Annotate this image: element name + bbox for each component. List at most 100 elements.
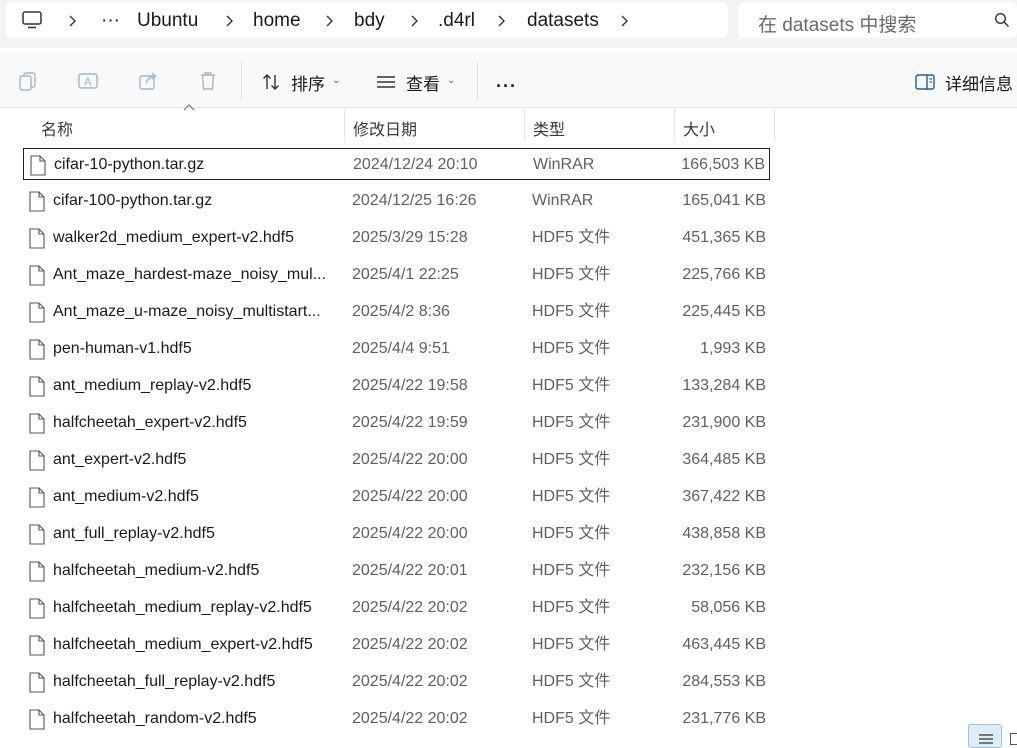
file-size: 165,041 KB <box>682 192 766 209</box>
breadcrumb-overflow[interactable]: ··· <box>101 10 120 32</box>
file-row[interactable]: halfcheetah_medium_expert-v2.hdf5 2025/4/… <box>23 629 770 661</box>
file-size: 364,485 KB <box>682 451 766 468</box>
column-header-name[interactable]: 名称 <box>33 108 345 142</box>
file-size: 58,056 KB <box>691 599 766 616</box>
file-icon <box>29 450 45 471</box>
chevron-right-icon[interactable] <box>224 15 234 27</box>
svg-text:A: A <box>84 76 92 89</box>
details-view-icon <box>979 734 993 744</box>
chevron-right-icon[interactable] <box>67 15 77 27</box>
file-row[interactable]: halfcheetah_random-v2.hdf5 2025/4/22 20:0… <box>23 703 770 735</box>
file-name: halfcheetah_medium_expert-v2.hdf5 <box>53 636 313 653</box>
file-icon <box>29 672 45 693</box>
file-size: 225,445 KB <box>682 303 766 320</box>
file-row[interactable]: cifar-10-python.tar.gz 2024/12/24 20:10 Wi… <box>23 148 770 180</box>
view-button[interactable]: 查看 ⌄ <box>376 70 455 94</box>
file-size: 463,445 KB <box>682 636 766 653</box>
breadcrumb-datasets[interactable]: datasets <box>527 10 599 32</box>
file-type: HDF5 文件 <box>532 599 611 616</box>
file-type: HDF5 文件 <box>532 229 611 246</box>
this-pc-icon[interactable] <box>22 11 42 29</box>
file-modified: 2025/4/4 9:51 <box>352 340 450 357</box>
file-row[interactable]: halfcheetah_expert-v2.hdf5 2025/4/22 19:5… <box>23 407 770 439</box>
address-bar[interactable]: ··· Ubuntu home bdy .d4rl datasets <box>6 2 728 38</box>
chevron-right-icon[interactable] <box>619 15 629 27</box>
file-row[interactable]: halfcheetah_medium-v2.hdf5 2025/4/22 20:0… <box>23 555 770 587</box>
copy-icon[interactable] <box>17 70 39 92</box>
file-icon <box>29 191 45 212</box>
chevron-right-icon[interactable] <box>409 15 419 27</box>
file-row[interactable]: halfcheetah_full_replay-v2.hdf5 2025/4/22… <box>23 666 770 698</box>
file-row[interactable]: walker2d_medium_expert-v2.hdf5 2025/3/29 … <box>23 222 770 254</box>
file-type: WinRAR <box>532 192 594 209</box>
file-row[interactable]: pen-human-v1.hdf5 2025/4/4 9:51 HDF5 文件 1,9… <box>23 333 770 365</box>
file-name: Ant_maze_u-maze_noisy_multistart... <box>53 303 321 320</box>
file-size: 451,365 KB <box>682 229 766 246</box>
file-type: HDF5 文件 <box>532 636 611 653</box>
file-size: 438,858 KB <box>682 525 766 542</box>
column-header-size[interactable]: 大小 <box>675 108 775 142</box>
file-row[interactable]: ant_full_replay-v2.hdf5 2025/4/22 20:00 HD… <box>23 518 770 550</box>
breadcrumb-home[interactable]: home <box>253 10 301 32</box>
file-icon <box>29 524 45 545</box>
file-row[interactable]: ant_expert-v2.hdf5 2025/4/22 20:00 HDF5 文件… <box>23 444 770 476</box>
file-name: ant_full_replay-v2.hdf5 <box>53 525 215 542</box>
file-row[interactable]: Ant_maze_u-maze_noisy_multistart... 2025/… <box>23 296 770 328</box>
file-modified: 2024/12/24 20:10 <box>353 156 478 173</box>
chevron-down-icon: ⌄ <box>447 74 456 86</box>
file-type: HDF5 文件 <box>532 525 611 542</box>
file-modified: 2024/12/25 16:26 <box>352 192 477 209</box>
file-modified: 2025/4/2 8:36 <box>352 303 450 320</box>
file-modified: 2025/4/1 22:25 <box>352 266 459 283</box>
file-size: 232,156 KB <box>682 562 766 579</box>
chevron-down-icon: ⌄ <box>332 74 341 86</box>
file-size: 1,993 KB <box>700 340 766 357</box>
file-row[interactable]: cifar-100-python.tar.gz 2024/12/25 16:26 W… <box>23 185 770 217</box>
search-box[interactable]: 在 datasets 中搜索 <box>738 2 1017 38</box>
delete-icon[interactable] <box>197 70 219 92</box>
command-bar: A 排序 ⌄ 查看 ⌄ ··· 详细信息 <box>0 50 1017 108</box>
file-name: cifar-100-python.tar.gz <box>53 192 213 209</box>
file-icon <box>29 635 45 656</box>
tiles-view-button[interactable] <box>1010 733 1017 745</box>
file-type: HDF5 文件 <box>532 266 611 283</box>
details-pane-button[interactable]: 详细信息 <box>915 70 1013 94</box>
search-icon[interactable] <box>994 12 1010 28</box>
address-bar-area: ··· Ubuntu home bdy .d4rl datasets 在 dat… <box>0 0 1017 48</box>
file-type: HDF5 文件 <box>532 488 611 505</box>
file-row[interactable]: ant_medium-v2.hdf5 2025/4/22 20:00 HDF5 文件… <box>23 481 770 513</box>
breadcrumb-ubuntu[interactable]: Ubuntu <box>137 10 198 32</box>
more-options-button[interactable]: ··· <box>496 76 517 97</box>
file-row[interactable]: Ant_maze_hardest-maze_noisy_mul... 2025/4… <box>23 259 770 291</box>
file-modified: 2025/4/22 20:02 <box>352 673 468 690</box>
details-view-button[interactable] <box>968 724 1002 748</box>
file-size: 231,900 KB <box>682 414 766 431</box>
file-size: 133,284 KB <box>682 377 766 394</box>
file-modified: 2025/4/22 19:58 <box>352 377 468 394</box>
toolbar-divider <box>241 62 242 100</box>
column-header-type[interactable]: 类型 <box>525 108 675 142</box>
chevron-right-icon[interactable] <box>324 15 334 27</box>
search-input[interactable]: 在 datasets 中搜索 <box>758 10 916 37</box>
file-type: HDF5 文件 <box>532 562 611 579</box>
breadcrumb-bdy[interactable]: bdy <box>354 10 385 32</box>
toolbar-divider <box>477 62 478 100</box>
file-name: Ant_maze_hardest-maze_noisy_mul... <box>53 266 327 283</box>
file-icon <box>29 598 45 619</box>
file-icon <box>29 339 45 360</box>
share-icon[interactable] <box>137 70 159 92</box>
file-name: halfcheetah_expert-v2.hdf5 <box>53 414 247 431</box>
file-modified: 2025/4/22 20:00 <box>352 525 468 542</box>
file-row[interactable]: ant_medium_replay-v2.hdf5 2025/4/22 19:58… <box>23 370 770 402</box>
details-label: 详细信息 <box>945 74 1013 94</box>
details-pane-icon <box>915 74 935 90</box>
file-icon <box>29 413 45 434</box>
file-icon <box>29 709 45 730</box>
chevron-right-icon[interactable] <box>496 15 506 27</box>
column-header-modified[interactable]: 修改日期 <box>345 108 525 142</box>
breadcrumb-d4rl[interactable]: .d4rl <box>438 10 475 32</box>
file-row[interactable]: halfcheetah_medium_replay-v2.hdf5 2025/4/… <box>23 592 770 624</box>
rename-icon[interactable]: A <box>77 70 99 92</box>
file-size: 231,776 KB <box>682 710 766 727</box>
sort-button[interactable]: 排序 ⌄ <box>261 70 340 94</box>
